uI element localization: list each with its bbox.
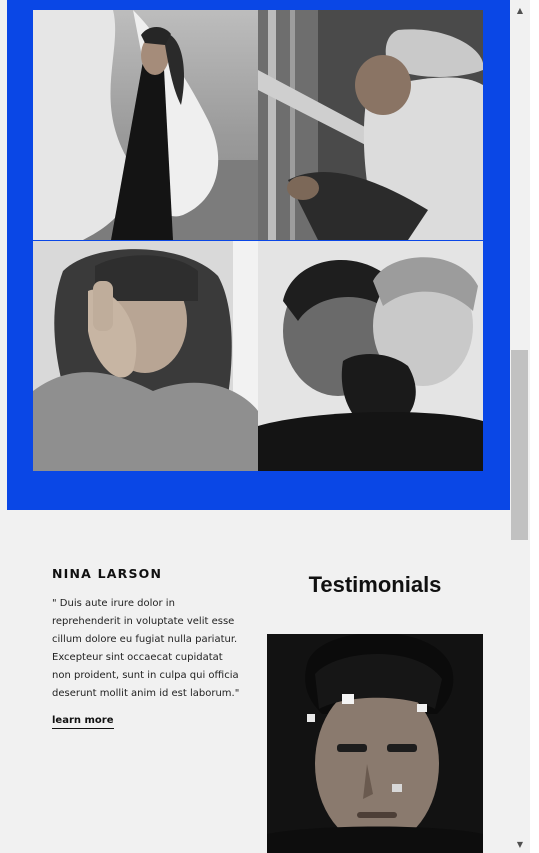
gallery-image-double-exposure[interactable] [258,241,483,471]
scroll-up-arrow-icon[interactable]: ▲ [510,2,530,19]
gallery-image-man-beanie[interactable] [258,10,483,240]
section-title: Testimonials [308,572,442,597]
gallery-image-woman-fabric[interactable] [33,10,258,240]
testimonial-portrait-image [267,634,483,853]
photo-gallery [7,0,510,510]
vertical-scrollbar[interactable]: ▲ ▼ [510,0,530,853]
scroll-down-arrow-icon[interactable]: ▼ [510,836,530,853]
scrollbar-thumb[interactable] [511,350,528,540]
gallery-image-woman-gesture[interactable] [33,241,258,471]
window-edge [530,0,539,853]
testimonial-author: NINA LARSON [52,566,163,581]
testimonial-quote: " Duis aute irure dolor in reprehenderit… [52,598,240,699]
learn-more-link[interactable]: learn more [52,715,114,729]
testimonials-section: NINA LARSON " Duis aute irure dolor in r… [7,510,510,853]
page: NINA LARSON " Duis aute irure dolor in r… [0,0,539,853]
